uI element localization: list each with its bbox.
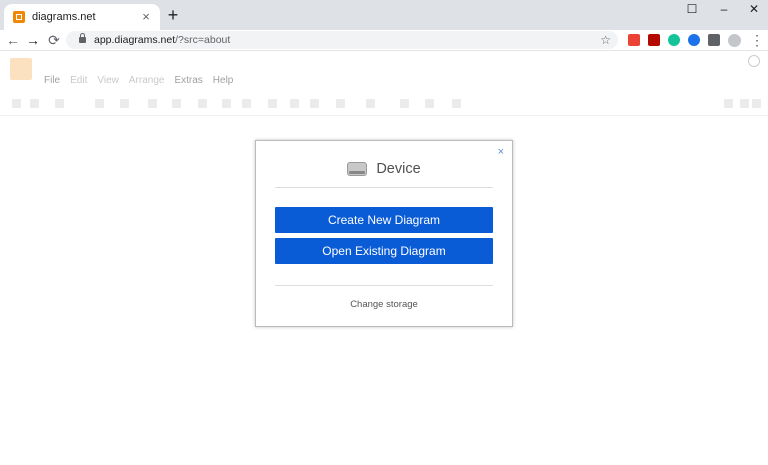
drawio-logo-icon	[10, 58, 32, 80]
format-panel-arrow-icon[interactable]	[30, 99, 39, 108]
back-button[interactable]: ←	[4, 30, 22, 50]
profile-avatar[interactable]	[728, 34, 741, 47]
change-storage-link[interactable]: Change storage	[256, 299, 512, 310]
minimize-button[interactable]: –	[708, 0, 740, 20]
browser-tab-strip: diagrams.net × + – ✕ ☐	[0, 0, 768, 30]
reload-button[interactable]: ⟳	[45, 30, 63, 50]
menu-item-arrange[interactable]: Arrange	[129, 75, 165, 86]
diagrams-favicon-icon	[13, 11, 25, 23]
app-area: File Edit View Arrange Extras Help × Device C…	[0, 51, 768, 465]
close-window-button[interactable]: ✕	[740, 0, 768, 20]
editor-toolbar	[0, 93, 768, 116]
shadow-icon[interactable]	[310, 99, 319, 108]
storage-dialog: × Device Create New Diagram Open Existin…	[255, 140, 513, 327]
bookmark-star-icon[interactable]: ☆	[600, 33, 611, 47]
address-bar[interactable]: app.diagrams.net/?src=about ☆	[66, 31, 618, 49]
format-toggle-icon[interactable]	[740, 99, 749, 108]
table-icon[interactable]	[425, 99, 434, 108]
url-host: app.diagrams.net	[94, 34, 176, 46]
hard-drive-icon	[347, 162, 368, 176]
dialog-header: Device	[256, 161, 512, 177]
format-panel-icon[interactable]	[12, 99, 21, 108]
fill-color-icon[interactable]	[268, 99, 277, 108]
feedback-smiley-icon[interactable]	[748, 55, 760, 67]
collapse-icon[interactable]	[752, 99, 761, 108]
zoom-label-icon[interactable]	[55, 99, 64, 108]
menu-bar: File Edit View Arrange Extras Help	[44, 75, 233, 86]
pdf-extension-icon[interactable]	[648, 34, 660, 46]
insert-icon[interactable]	[400, 99, 409, 108]
dialog-title: Device	[376, 161, 421, 177]
dialog-divider-bottom	[275, 285, 493, 286]
to-front-icon[interactable]	[222, 99, 231, 108]
to-back-icon[interactable]	[242, 99, 251, 108]
open-existing-diagram-button[interactable]: Open Existing Diagram	[275, 238, 493, 264]
forward-button[interactable]: →	[24, 30, 42, 50]
puzzle-extension-icon[interactable]	[708, 34, 720, 46]
undo-icon[interactable]	[148, 99, 157, 108]
tab-close-icon[interactable]: ×	[138, 9, 154, 25]
zoom-in-icon[interactable]	[95, 99, 104, 108]
url-path: /?src=about	[175, 34, 231, 46]
menu-item-file[interactable]: File	[44, 75, 60, 86]
dialog-divider	[275, 187, 493, 188]
maximize-button[interactable]: ☐	[676, 0, 708, 20]
delete-icon[interactable]	[198, 99, 207, 108]
redo-icon[interactable]	[172, 99, 181, 108]
line-color-icon[interactable]	[290, 99, 299, 108]
create-new-diagram-button[interactable]: Create New Diagram	[275, 207, 493, 233]
menu-item-edit[interactable]: Edit	[70, 75, 87, 86]
grammar-extension-icon[interactable]	[668, 34, 680, 46]
lock-icon	[79, 33, 86, 43]
cast-extension-icon[interactable]	[628, 34, 640, 46]
chrome-menu-icon[interactable]: ⋮	[748, 30, 766, 50]
more-icon[interactable]	[452, 99, 461, 108]
waypoints-icon[interactable]	[366, 99, 375, 108]
menu-item-extras[interactable]: Extras	[174, 75, 202, 86]
browser-toolbar: ← → ⟳ app.diagrams.net/?src=about ☆ ⋮	[0, 30, 768, 51]
url-text[interactable]: app.diagrams.net/?src=about	[94, 34, 600, 46]
chat-extension-icon[interactable]	[688, 34, 700, 46]
new-tab-button[interactable]: +	[165, 6, 181, 24]
tab-title: diagrams.net	[32, 11, 96, 23]
browser-tab[interactable]: diagrams.net ×	[4, 4, 160, 30]
menu-item-view[interactable]: View	[97, 75, 119, 86]
zoom-out-icon[interactable]	[120, 99, 129, 108]
dialog-close-icon[interactable]: ×	[498, 146, 504, 158]
fullscreen-icon[interactable]	[724, 99, 733, 108]
connection-icon[interactable]	[336, 99, 345, 108]
menu-item-help[interactable]: Help	[213, 75, 234, 86]
